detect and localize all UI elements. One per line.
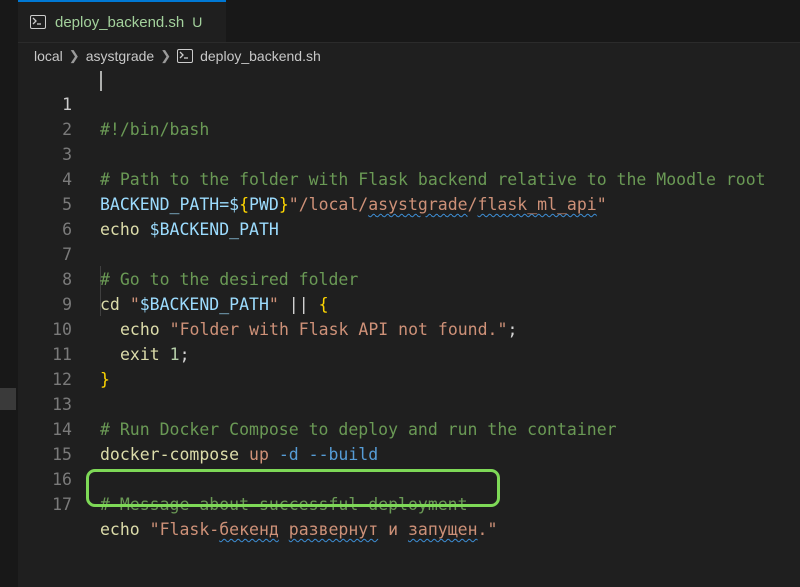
chevron-right-icon: ❯ <box>160 48 172 63</box>
code-line[interactable]: 8 cd "$BACKEND_PATH" || { <box>18 242 800 314</box>
code-line[interactable]: 15 <box>18 417 800 464</box>
code-line[interactable]: 6 <box>18 192 800 239</box>
code-line[interactable]: 3 # Path to the folder with Flask backen… <box>18 117 800 189</box>
code-line[interactable]: 4 BACKEND_PATH=${PWD}"/local/asystgrade/… <box>18 142 800 214</box>
activity-bar <box>0 0 18 587</box>
sidebar-sash[interactable] <box>0 388 16 410</box>
tab-bar: deploy_backend.sh U <box>18 0 800 43</box>
code-line[interactable]: 13 # Run Docker Compose to deploy and ru… <box>18 367 800 439</box>
tab-label: deploy_backend.sh <box>55 13 185 31</box>
code-line[interactable]: 2 <box>18 92 800 139</box>
code-line[interactable]: 9 echo "Folder with Flask API not found.… <box>18 267 800 339</box>
line-number: 17 <box>52 495 72 514</box>
untracked-badge: U <box>192 14 203 30</box>
code-line[interactable]: 16 # Message about successful deployment <box>18 442 800 514</box>
code-editor[interactable]: 1 #!/bin/bash 2 3 # Path to the folder w… <box>18 66 800 587</box>
code-line[interactable]: 7 # Go to the desired folder <box>18 217 800 289</box>
code-line[interactable]: 5 echo $BACKEND_PATH <box>18 167 800 239</box>
highlight-box <box>86 469 500 507</box>
terminal-file-icon <box>30 15 46 29</box>
tab-deploy-backend[interactable]: deploy_backend.sh U <box>18 0 226 42</box>
breadcrumb-local[interactable]: local <box>34 48 63 64</box>
terminal-file-icon <box>177 49 194 63</box>
breadcrumb-file[interactable]: deploy_backend.sh <box>200 48 321 64</box>
code-line[interactable]: 10 exit 1; <box>18 292 800 364</box>
breadcrumb: local ❯ asystgrade ❯ deploy_backend.sh <box>34 46 321 66</box>
code-line[interactable]: 12 <box>18 342 800 389</box>
chevron-right-icon: ❯ <box>68 48 80 63</box>
breadcrumb-asystgrade[interactable]: asystgrade <box>86 48 154 64</box>
code-line[interactable]: 14 docker-compose up -d --build <box>18 392 800 464</box>
code-line[interactable]: 11 } <box>18 317 800 389</box>
code-line[interactable]: 1 #!/bin/bash <box>18 67 800 139</box>
code-text: echo "Flask-бекенд развернут и запущен." <box>100 520 498 539</box>
